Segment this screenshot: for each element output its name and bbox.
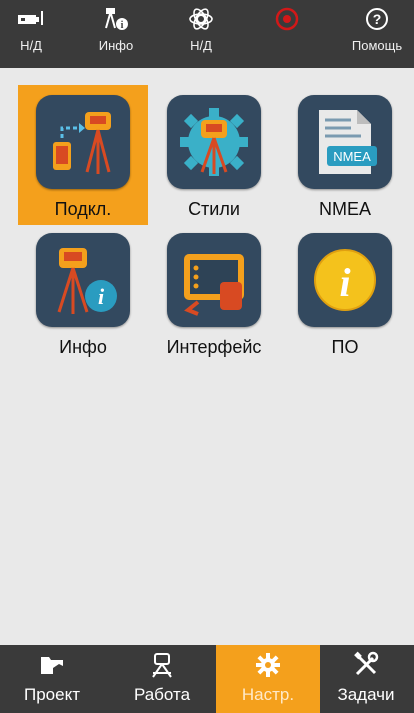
top-status-bar: Н/Д i Инфо Н/Д ? Помощь (0, 0, 414, 68)
tab-settings-label: Настр. (241, 685, 295, 704)
tab-settings[interactable]: Настр. (216, 645, 320, 713)
status-help-label: Помощь (351, 38, 403, 53)
app-nmea-label: NMEA (318, 199, 371, 219)
help-icon: ? (365, 0, 389, 38)
status-battery[interactable]: Н/Д (6, 0, 56, 68)
app-styles-label: Стили (188, 199, 240, 219)
nmea-badge-text: NMEA (333, 149, 371, 164)
app-software-label: ПО (331, 337, 359, 357)
app-receiver-info-label: Инфо (59, 337, 107, 357)
status-info-label: Инфо (98, 38, 134, 53)
app-interface-label: Интерфейс (166, 337, 262, 357)
status-info[interactable]: i Инфо (88, 0, 144, 68)
software-icon: i (298, 233, 392, 327)
styles-icon (167, 95, 261, 189)
connect-icon (36, 95, 130, 189)
svg-text:i: i (98, 284, 105, 309)
status-network-label: Н/Д (190, 38, 212, 53)
tab-project-label: Проект (24, 685, 80, 704)
satellite-info-icon: i (102, 0, 130, 38)
status-record[interactable] (262, 0, 312, 68)
status-network[interactable]: Н/Д (176, 0, 226, 68)
tools-icon (352, 645, 380, 685)
svg-text:i: i (121, 20, 124, 31)
tab-tools-label: Задачи (337, 685, 395, 704)
nmea-icon: NMEA (298, 95, 392, 189)
tab-project[interactable]: Проект (0, 645, 104, 713)
battery-icon (16, 0, 46, 38)
status-battery-label: Н/Д (20, 38, 42, 53)
folder-icon (38, 645, 66, 685)
app-receiver-info[interactable]: i Инфо (18, 225, 148, 365)
receiver-info-icon: i (36, 233, 130, 327)
app-nmea[interactable]: NMEA NMEA (280, 85, 410, 225)
settings-icon (255, 645, 281, 685)
app-software[interactable]: i ПО (280, 225, 410, 365)
app-connect[interactable]: Подкл. (18, 85, 148, 225)
survey-icon (149, 645, 175, 685)
app-styles[interactable]: Стили (149, 85, 279, 225)
app-interface[interactable]: Интерфейс (149, 225, 279, 365)
record-icon (274, 0, 300, 38)
tab-survey-label: Работа (133, 685, 191, 704)
network-icon (188, 0, 214, 38)
svg-text:i: i (339, 260, 350, 305)
tab-tools[interactable]: Задачи (318, 645, 414, 713)
tab-survey[interactable]: Работа (110, 645, 214, 713)
app-connect-label: Подкл. (54, 199, 112, 219)
status-help[interactable]: ? Помощь (344, 0, 410, 68)
interface-icon (167, 233, 261, 327)
svg-text:?: ? (373, 11, 382, 27)
bottom-navigation: Проект Работа Настр. Задачи (0, 645, 414, 713)
